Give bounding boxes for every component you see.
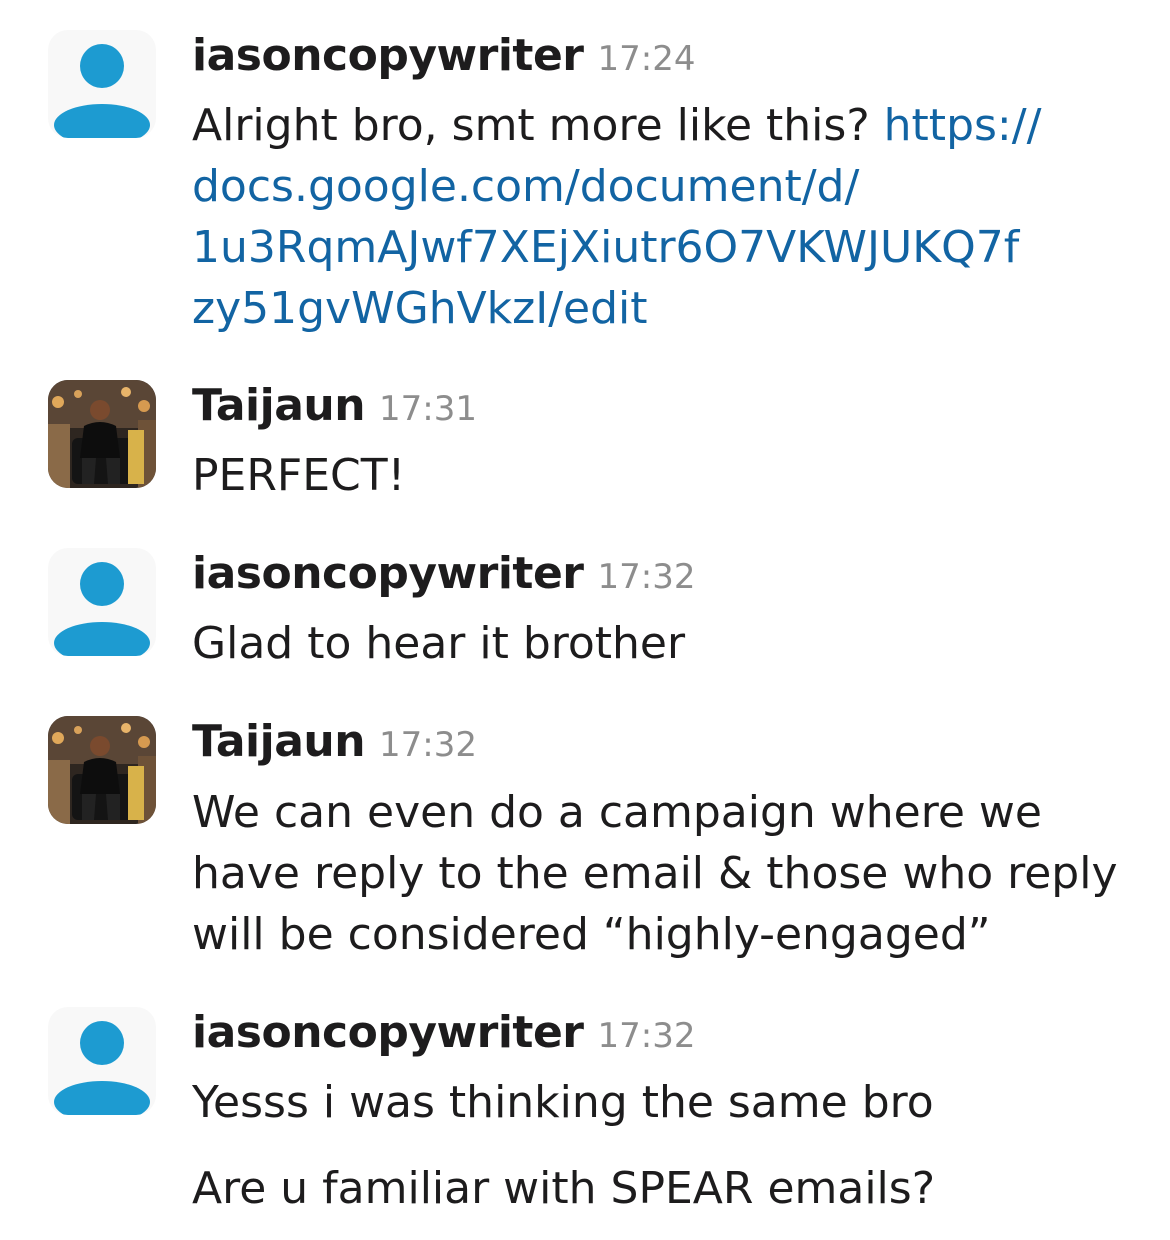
author-name[interactable]: iasoncopywriter — [192, 548, 584, 599]
author-name[interactable]: Taijaun — [192, 380, 366, 431]
timestamp[interactable]: 17:32 — [598, 1016, 696, 1056]
profile-photo-avatar[interactable] — [48, 716, 156, 824]
message-text-line: We can even do a campaign where we — [192, 787, 1042, 838]
message-text: Alright bro, smt more like this? https:/… — [192, 95, 1041, 156]
message-header: Taijaun 17:32 — [192, 716, 477, 767]
message-text: Yesss i was thinking the same bro — [192, 1077, 934, 1128]
document-link-text[interactable]: 1u3RqmAJwf7XEjXiutr6O7VKWJUKQ7f — [192, 222, 1019, 273]
message-text: Glad to hear it brother — [192, 618, 686, 669]
default-user-avatar[interactable] — [48, 1007, 156, 1115]
followup-message-text: Are u familiar with SPEAR emails? — [192, 1163, 936, 1214]
message-header: iasoncopywriter 17:32 — [192, 1007, 696, 1058]
profile-photo — [48, 716, 156, 824]
document-link-text[interactable]: docs.google.com/document/d/ — [192, 161, 859, 212]
message-header: iasoncopywriter 17:32 — [192, 548, 696, 599]
author-name[interactable]: iasoncopywriter — [192, 30, 584, 81]
default-user-avatar[interactable] — [48, 30, 156, 138]
user-icon — [54, 44, 150, 138]
author-name[interactable]: Taijaun — [192, 716, 366, 767]
user-icon — [54, 562, 150, 656]
timestamp[interactable]: 17:32 — [598, 557, 696, 597]
timestamp[interactable]: 17:31 — [379, 389, 477, 429]
document-link-text[interactable]: zy51gvWGhVkzI/edit — [192, 283, 648, 334]
message-text-prefix: Alright bro, smt more like this? — [192, 100, 884, 151]
message-header: iasoncopywriter 17:24 — [192, 30, 696, 81]
message-header: Taijaun 17:31 — [192, 380, 477, 431]
message-text-line: will be considered “highly-engaged” — [192, 909, 991, 960]
user-icon — [54, 1021, 150, 1115]
profile-photo-avatar[interactable] — [48, 380, 156, 488]
timestamp[interactable]: 17:24 — [598, 39, 696, 79]
message-text: PERFECT! — [192, 450, 406, 501]
message-text-line: have reply to the email & those who repl… — [192, 848, 1118, 899]
document-link-line[interactable]: zy51gvWGhVkzI/edit — [192, 278, 648, 339]
document-link[interactable]: https:// — [884, 100, 1042, 151]
author-name[interactable]: iasoncopywriter — [192, 1007, 584, 1058]
timestamp[interactable]: 17:32 — [379, 725, 477, 765]
document-link-line[interactable]: docs.google.com/document/d/ — [192, 156, 859, 217]
document-link-line[interactable]: 1u3RqmAJwf7XEjXiutr6O7VKWJUKQ7f — [192, 217, 1019, 278]
profile-photo — [48, 380, 156, 488]
default-user-avatar[interactable] — [48, 548, 156, 656]
